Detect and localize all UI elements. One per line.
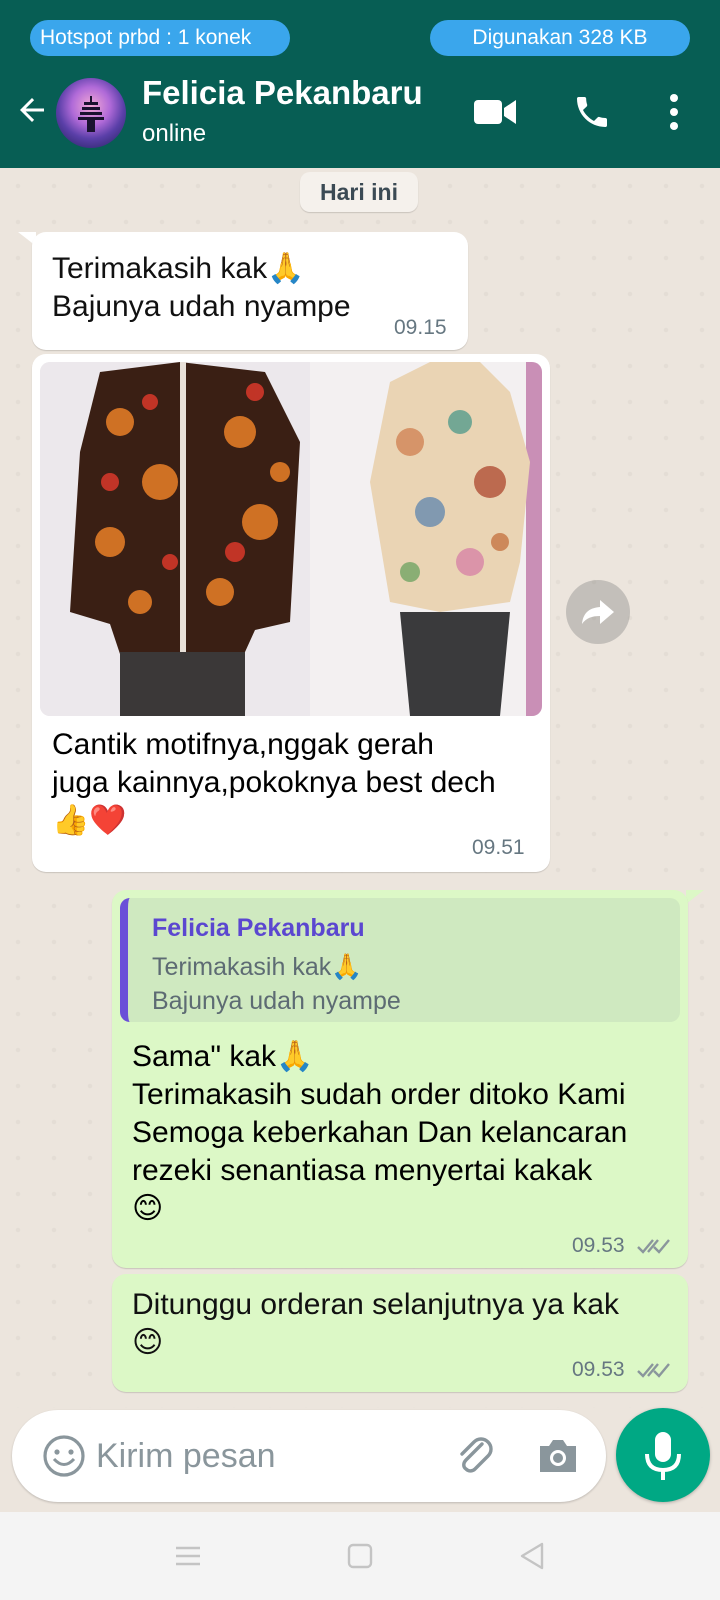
hotspot-badge: Hotspot prbd : 1 konek (30, 20, 290, 56)
message-time: 09.15 (394, 316, 447, 339)
avatar[interactable] (56, 78, 126, 148)
message-text: Sama" kak🙏 Terimakasih sudah order ditok… (132, 1040, 628, 1225)
contact-name[interactable]: Felicia Pekanbaru (142, 74, 423, 112)
camera-icon[interactable] (536, 1434, 580, 1478)
image-caption: Cantik motifnya,nggak gerah juga kainnya… (52, 728, 496, 837)
recent-apps-icon[interactable] (172, 1540, 204, 1572)
read-receipt-icon (637, 1239, 670, 1254)
message-bubble-incoming[interactable]: Terimakasih kak🙏 Bajunya udah nyampe 09.… (32, 232, 468, 350)
forward-arrow-icon (582, 600, 614, 624)
batik-clothes-image (40, 362, 542, 716)
message-time: 09.53 (572, 1234, 625, 1257)
attach-icon[interactable] (452, 1432, 498, 1478)
forward-button[interactable] (566, 580, 630, 644)
voice-record-button[interactable] (616, 1408, 710, 1502)
message-time: 09.53 (572, 1358, 625, 1381)
message-bubble-outgoing[interactable]: Ditunggu orderan selanjutnya ya kak 😊 09… (112, 1274, 688, 1392)
contact-status: online (142, 120, 207, 147)
chat-header: Hotspot prbd : 1 konek Digunakan 328 KB … (0, 0, 720, 168)
more-options-icon[interactable] (664, 92, 684, 132)
data-usage-badge: Digunakan 328 KB (430, 20, 690, 56)
message-text: Ditunggu orderan selanjutnya ya kak 😊 (132, 1288, 619, 1359)
shared-photo[interactable] (40, 362, 542, 716)
message-input[interactable] (96, 1432, 426, 1480)
video-call-icon[interactable] (474, 96, 516, 128)
avatar-pagoda-icon (78, 96, 104, 132)
message-time: 09.51 (472, 836, 525, 859)
bubble-tail (686, 890, 704, 904)
microphone-icon (645, 1432, 681, 1480)
quoted-sender-name: Felicia Pekanbaru (152, 914, 365, 942)
back-nav-icon[interactable] (516, 1540, 548, 1572)
read-receipt-icon (637, 1363, 670, 1378)
quoted-text: Terimakasih kak🙏 Bajunya udah nyampe (152, 953, 401, 1015)
voice-call-icon[interactable] (572, 92, 612, 132)
date-divider: Hari ini (300, 172, 418, 212)
system-navigation-bar (0, 1512, 720, 1600)
back-arrow-icon[interactable] (14, 92, 50, 128)
message-text: Terimakasih kak🙏 Bajunya udah nyampe (52, 252, 351, 323)
quoted-message[interactable]: Felicia Pekanbaru Terimakasih kak🙏 Bajun… (120, 898, 680, 1022)
emoji-icon[interactable] (42, 1434, 86, 1478)
home-icon[interactable] (344, 1540, 376, 1572)
message-composer (12, 1410, 606, 1502)
